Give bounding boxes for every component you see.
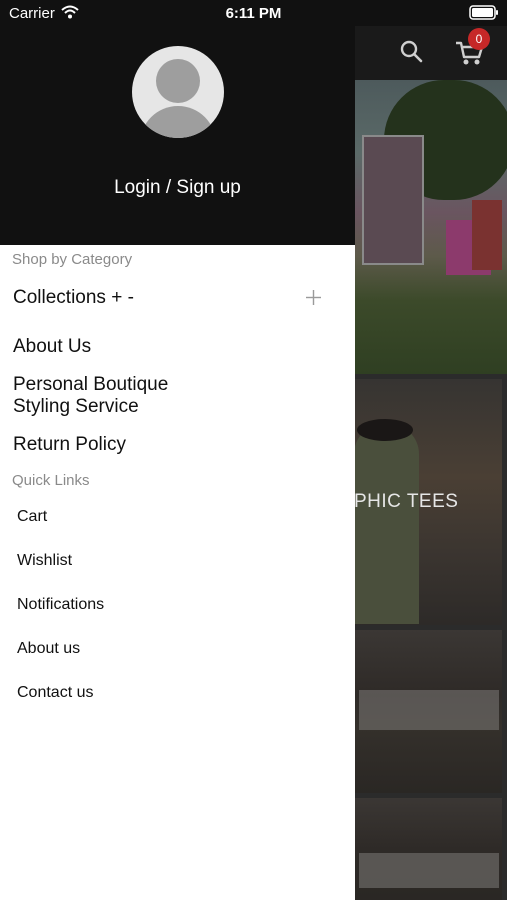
quick-link-contact-us[interactable]: Contact us [17,684,93,702]
search-icon[interactable] [399,39,423,63]
quick-links-title: Quick Links [12,472,90,489]
quick-link-cart[interactable]: Cart [17,508,47,526]
category-tile-image[interactable] [354,798,502,900]
shop-by-category-title: Shop by Category [12,251,133,268]
menu-item-return-policy[interactable]: Return Policy [13,434,126,456]
category-tile-image[interactable] [354,630,502,793]
drawer-header: Login / Sign up [0,0,355,245]
quick-link-notifications[interactable]: Notifications [17,596,104,614]
quick-link-about-us[interactable]: About us [17,640,80,658]
quick-link-wishlist[interactable]: Wishlist [17,552,72,570]
status-bar: Carrier 6:11 PM [0,0,507,26]
category-tile-graphic-tees[interactable]: PHIC TEES [354,379,502,625]
status-time: 6:11 PM [225,5,282,22]
menu-item-about-us[interactable]: About Us [13,336,91,358]
menu-item-personal-boutique[interactable]: Personal Boutique Styling Service [13,374,193,418]
login-signup-link[interactable]: Login / Sign up [0,177,355,199]
category-tile-label: PHIC TEES [354,491,459,512]
avatar-icon[interactable] [132,46,224,138]
cart-count-badge: 0 [468,28,490,50]
plus-icon[interactable] [305,289,322,306]
menu-item-collections[interactable]: Collections + - [13,287,134,309]
navigation-drawer: Login / Sign up Shop by Category Collect… [0,0,355,900]
battery-icon [469,5,498,20]
category-tile-image[interactable] [354,80,507,374]
